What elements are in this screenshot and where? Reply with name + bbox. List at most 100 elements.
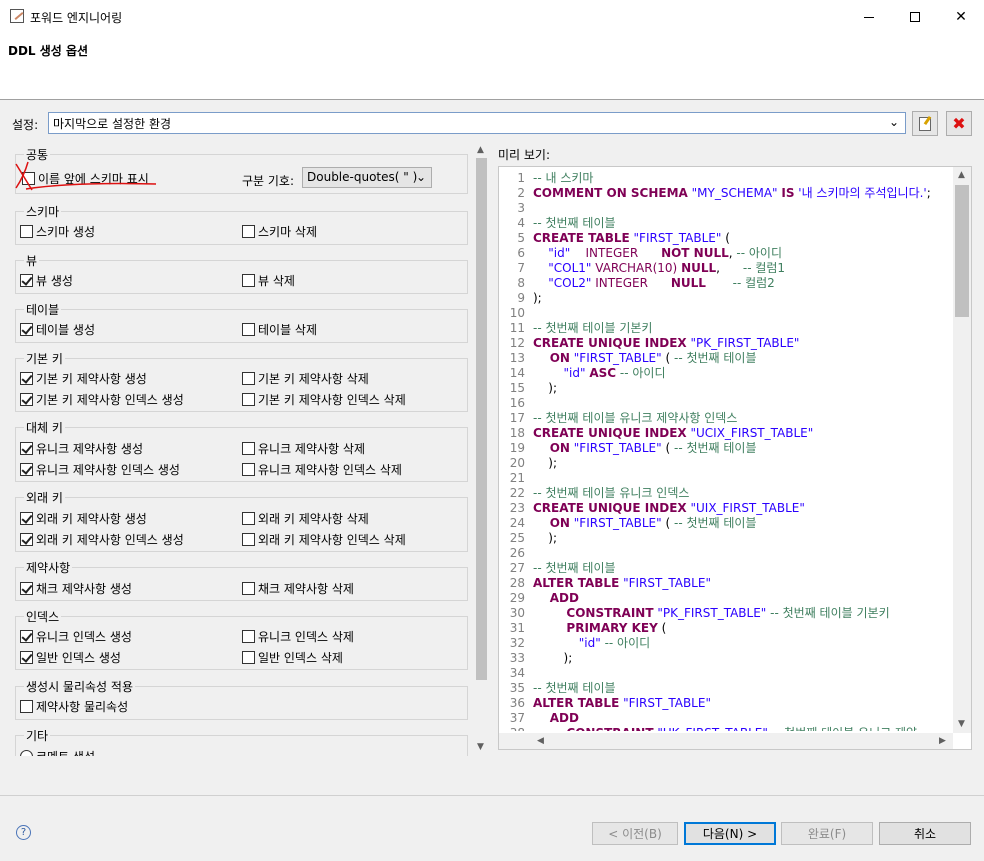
checkbox-box[interactable] — [242, 323, 255, 336]
minimize-button[interactable] — [846, 0, 892, 34]
scroll-down-icon[interactable]: ▼ — [958, 719, 965, 729]
scroll-up-icon[interactable]: ▲ — [958, 170, 965, 180]
scrollbar-thumb[interactable] — [955, 185, 969, 317]
checkbox-label: 기본 키 제약사항 인덱스 삭제 — [258, 393, 406, 407]
checkbox-table-drop[interactable]: 테이블 삭제 — [242, 321, 317, 338]
code-token: ADD — [533, 591, 579, 605]
checkbox-general-index-create[interactable]: 일반 인덱스 생성 — [20, 649, 121, 666]
code-line: 15 ); — [499, 381, 955, 396]
scroll-down-icon[interactable]: ▼ — [477, 742, 484, 752]
delimiter-select[interactable]: Double-quotes( " ) ⌄ — [302, 167, 432, 188]
scroll-right-icon[interactable]: ▶ — [939, 736, 946, 746]
checkbox-box[interactable] — [22, 172, 35, 185]
group-title: 기본 키 — [24, 350, 65, 367]
checkbox-box[interactable] — [242, 533, 255, 546]
checkbox-box[interactable] — [242, 630, 255, 643]
checkbox-pk-create[interactable]: 기본 키 제약사항 생성 — [20, 370, 147, 387]
checkbox-box[interactable] — [20, 512, 33, 525]
group-title: 뷰 — [24, 252, 40, 269]
radio-button[interactable] — [20, 750, 33, 756]
line-number: 2 — [517, 186, 525, 200]
checkbox-physical-constraint[interactable]: 제약사항 물리속성 — [20, 698, 128, 715]
prev-button[interactable]: < 이전(B) — [592, 822, 678, 845]
checkbox-box[interactable] — [20, 651, 33, 664]
checkbox-fk-index-drop[interactable]: 외래 키 제약사항 인덱스 삭제 — [242, 531, 406, 548]
checkbox-box[interactable] — [242, 274, 255, 287]
checkbox-view-drop[interactable]: 뷰 삭제 — [242, 272, 295, 289]
group-title: 대체 키 — [24, 419, 65, 436]
checkbox-schema-drop[interactable]: 스키마 삭제 — [242, 223, 317, 240]
code-token: -- 첫번째 테이블 유니크 제약 — [772, 726, 917, 731]
checkbox-box[interactable] — [242, 372, 255, 385]
code-token: "FIRST_TABLE" — [569, 516, 666, 530]
checkbox-view-create[interactable]: 뷰 생성 — [20, 272, 73, 289]
code-token: "MY_SCHEMA" — [687, 186, 782, 200]
checkbox-fk-drop[interactable]: 외래 키 제약사항 삭제 — [242, 510, 369, 527]
checkbox-ak-index-create[interactable]: 유니크 제약사항 인덱스 생성 — [20, 461, 180, 478]
code-line: 1 -- 내 스키마 — [499, 171, 955, 186]
checkbox-pk-index-drop[interactable]: 기본 키 제약사항 인덱스 삭제 — [242, 391, 406, 408]
checkbox-box[interactable] — [20, 393, 33, 406]
line-number: 14 — [509, 366, 525, 380]
checkbox-schema-create[interactable]: 스키마 생성 — [20, 223, 95, 240]
checkbox-box[interactable] — [242, 463, 255, 476]
checkbox-fk-index-create[interactable]: 외래 키 제약사항 인덱스 생성 — [20, 531, 184, 548]
checkbox-box[interactable] — [20, 533, 33, 546]
checkbox-box[interactable] — [20, 582, 33, 595]
cancel-button[interactable]: 취소 — [879, 822, 971, 845]
checkbox-ak-index-drop[interactable]: 유니크 제약사항 인덱스 삭제 — [242, 461, 402, 478]
checkbox-box[interactable] — [242, 393, 255, 406]
checkbox-general-index-drop[interactable]: 일반 인덱스 삭제 — [242, 649, 343, 666]
code-token: ALTER TABLE — [533, 696, 620, 710]
scroll-left-icon[interactable]: ◀ — [537, 736, 544, 746]
checkbox-ak-create[interactable]: 유니크 제약사항 생성 — [20, 440, 143, 457]
checkbox-check-drop[interactable]: 채크 제약사항 삭제 — [242, 580, 354, 597]
code-token: CREATE UNIQUE INDEX — [533, 336, 687, 350]
preview-vscrollbar[interactable]: ▲ ▼ — [953, 167, 971, 733]
checkbox-box[interactable] — [242, 582, 255, 595]
checkbox-pk-index-create[interactable]: 기본 키 제약사항 인덱스 생성 — [20, 391, 184, 408]
checkbox-unique-index-create[interactable]: 유니크 인덱스 생성 — [20, 628, 132, 645]
checkbox-label: 유니크 제약사항 삭제 — [258, 442, 365, 456]
next-button[interactable]: 다음(N) > — [684, 822, 776, 845]
checkbox-box[interactable] — [242, 225, 255, 238]
close-button[interactable]: ✕ — [938, 0, 984, 34]
scroll-up-icon[interactable]: ▲ — [477, 145, 484, 155]
chevron-down-icon: ⌄ — [888, 115, 899, 129]
scrollbar-thumb[interactable] — [476, 158, 487, 680]
checkbox-box[interactable] — [20, 630, 33, 643]
settings-select-value: 마지막으로 설정한 환경 — [53, 117, 172, 131]
settings-select[interactable]: 마지막으로 설정한 환경 ⌄ — [48, 112, 906, 134]
checkbox-box[interactable] — [20, 700, 33, 713]
code-token: "id" — [533, 366, 590, 380]
checkbox-box[interactable] — [20, 372, 33, 385]
checkbox-box[interactable] — [20, 274, 33, 287]
checkbox-box[interactable] — [242, 651, 255, 664]
group-index: 인덱스 유니크 인덱스 생성 유니크 인덱스 삭제 일반 인덱스 생성 일반 인… — [15, 608, 468, 670]
radio-comment-create[interactable]: 코멘트 생성 — [20, 748, 95, 756]
checkbox-fk-create[interactable]: 외래 키 제약사항 생성 — [20, 510, 147, 527]
checkbox-box[interactable] — [242, 512, 255, 525]
checkbox-box[interactable] — [242, 442, 255, 455]
maximize-button[interactable] — [892, 0, 938, 34]
edit-settings-button[interactable] — [912, 111, 938, 136]
checkbox-box[interactable] — [20, 463, 33, 476]
line-number: 25 — [509, 531, 525, 545]
checkbox-check-create[interactable]: 채크 제약사항 생성 — [20, 580, 132, 597]
checkbox-box[interactable] — [20, 225, 33, 238]
code-token: '내 스키마의 주석입니다.' — [794, 186, 927, 200]
code-token: ( — [657, 621, 667, 635]
preview-pane[interactable]: 1 -- 내 스키마 2 COMMENT ON SCHEMA "MY_SCHEMA" … — [498, 166, 972, 750]
delete-settings-button[interactable]: ✖ — [946, 111, 972, 136]
checkbox-table-create[interactable]: 테이블 생성 — [20, 321, 95, 338]
finish-button[interactable]: 완료(F) — [781, 822, 873, 845]
preview-hscrollbar[interactable]: ◀ ▶ — [499, 733, 953, 749]
checkbox-schema-prefix[interactable]: 이름 앞에 스키마 표시 — [22, 170, 149, 187]
checkbox-box[interactable] — [20, 442, 33, 455]
options-scrollbar[interactable]: ▲ ▼ — [473, 144, 490, 756]
help-icon[interactable]: ? — [16, 825, 31, 840]
checkbox-pk-drop[interactable]: 기본 키 제약사항 삭제 — [242, 370, 369, 387]
checkbox-ak-drop[interactable]: 유니크 제약사항 삭제 — [242, 440, 365, 457]
checkbox-box[interactable] — [20, 323, 33, 336]
checkbox-unique-index-drop[interactable]: 유니크 인덱스 삭제 — [242, 628, 354, 645]
